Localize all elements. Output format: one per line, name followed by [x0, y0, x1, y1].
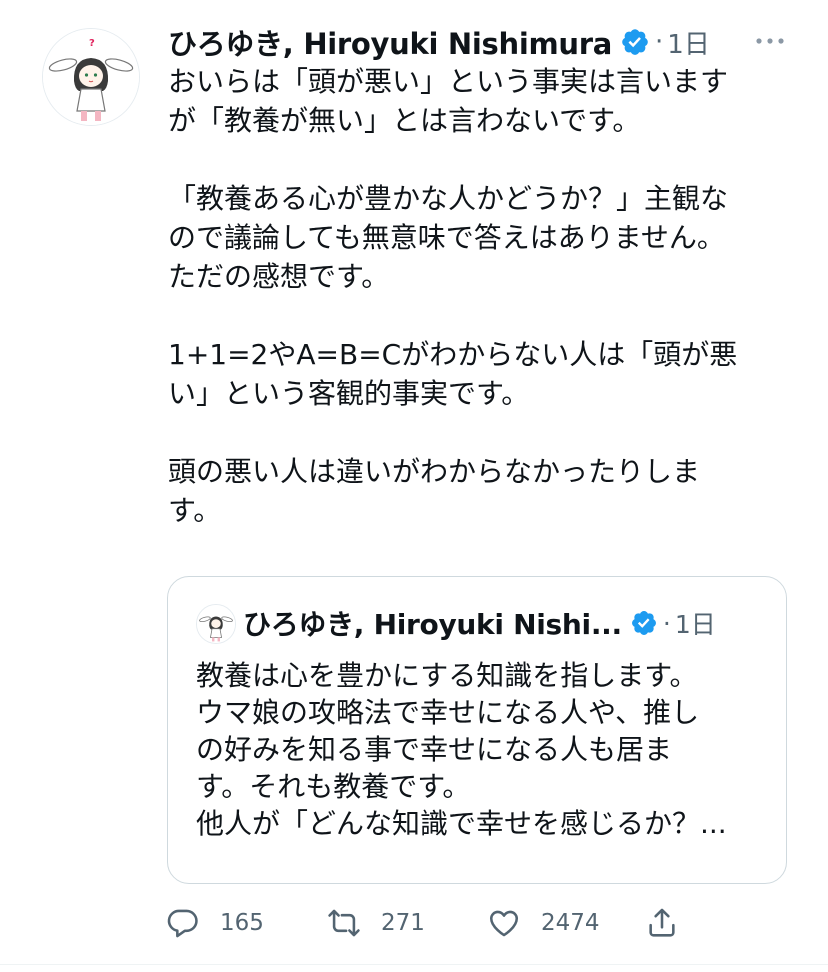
- share-icon: [649, 908, 675, 937]
- tweet-text: おいらは「頭が悪い」という事実は言います が「教養が無い」とは言わないです。 「…: [168, 65, 738, 527]
- quoted-tweet-timestamp: 1日: [674, 610, 716, 639]
- tweet-actions: 165 271 2474: [0, 895, 828, 951]
- divider: [0, 964, 828, 965]
- quoted-author-name: ひろゆき, Hiroyuki Nishi...: [243, 608, 622, 641]
- quoted-tweet[interactable]: ひろゆき, Hiroyuki Nishi... · 1日 教養は心を豊かにする知…: [167, 576, 787, 884]
- share-button[interactable]: [645, 895, 679, 951]
- more-options-icon[interactable]: [754, 34, 786, 48]
- quoted-tweet-header: ひろゆき, Hiroyuki Nishi... · 1日: [243, 603, 716, 643]
- quoted-header-separator: ·: [662, 608, 671, 638]
- quoted-author-avatar: [196, 604, 236, 644]
- tweet-timestamp[interactable]: 1日: [667, 24, 710, 61]
- quoted-tweet-text: 教養は心を豊かにする知識を指します。 ウマ娘の攻略法で幸せになる人や、推し の好…: [196, 659, 727, 840]
- tweet-header: ひろゆき, Hiroyuki Nishimura · 1日: [168, 22, 710, 62]
- header-separator: ·: [655, 27, 664, 57]
- quoted-avatar-illustration: [197, 605, 235, 643]
- retweet-button[interactable]: 271: [327, 895, 425, 951]
- reply-count: 165: [220, 910, 264, 936]
- reply-button[interactable]: 165: [166, 895, 264, 951]
- author-avatar[interactable]: ?: [42, 28, 140, 126]
- like-button[interactable]: 2474: [487, 895, 600, 951]
- reply-icon: [167, 909, 198, 938]
- avatar-illustration: ?: [43, 29, 139, 125]
- retweet-count: 271: [381, 910, 425, 936]
- verified-badge-icon: [631, 611, 656, 635]
- tweet: ? ひろゆき, Hiroyuki Nishimura · 1日 おいらは「頭が悪…: [0, 0, 828, 972]
- verified-badge-icon: [622, 29, 648, 55]
- like-count: 2474: [541, 910, 600, 936]
- author-name[interactable]: ひろゆき, Hiroyuki Nishimura: [168, 21, 612, 63]
- svg-text:?: ?: [89, 38, 95, 49]
- heart-icon: [489, 910, 519, 937]
- retweet-icon: [328, 909, 360, 937]
